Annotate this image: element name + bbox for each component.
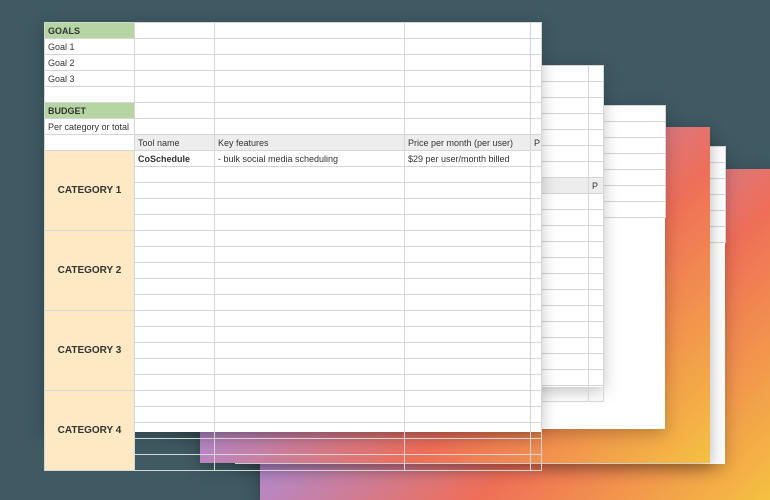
tool-name[interactable]: CoSchedule bbox=[135, 151, 215, 167]
tool-feature[interactable]: - bulk social media scheduling bbox=[215, 151, 405, 167]
goal-1[interactable]: Goal 1 bbox=[45, 39, 135, 55]
main-grid[interactable]: GOALS Goal 1 Goal 2 Goal 3 BUDGET Per ca… bbox=[44, 22, 542, 471]
budget-note[interactable]: Per category or total bbox=[45, 119, 135, 135]
category-4[interactable]: CATEGORY 4 bbox=[45, 391, 135, 471]
category-1[interactable]: CATEGORY 1 bbox=[45, 151, 135, 231]
col-p: P bbox=[531, 135, 542, 151]
spreadsheet-main: GOALS Goal 1 Goal 2 Goal 3 BUDGET Per ca… bbox=[44, 22, 541, 432]
col-p-frag: P bbox=[589, 178, 604, 194]
category-3[interactable]: CATEGORY 3 bbox=[45, 311, 135, 391]
col-price: Price per month (per user) bbox=[405, 135, 531, 151]
goals-header: GOALS bbox=[45, 23, 135, 39]
col-tool: Tool name bbox=[135, 135, 215, 151]
goal-2[interactable]: Goal 2 bbox=[45, 55, 135, 71]
category-2[interactable]: CATEGORY 2 bbox=[45, 231, 135, 311]
col-features: Key features bbox=[215, 135, 405, 151]
budget-header: BUDGET bbox=[45, 103, 135, 119]
tool-price[interactable]: $29 per user/month billed bbox=[405, 151, 531, 167]
goal-3[interactable]: Goal 3 bbox=[45, 71, 135, 87]
